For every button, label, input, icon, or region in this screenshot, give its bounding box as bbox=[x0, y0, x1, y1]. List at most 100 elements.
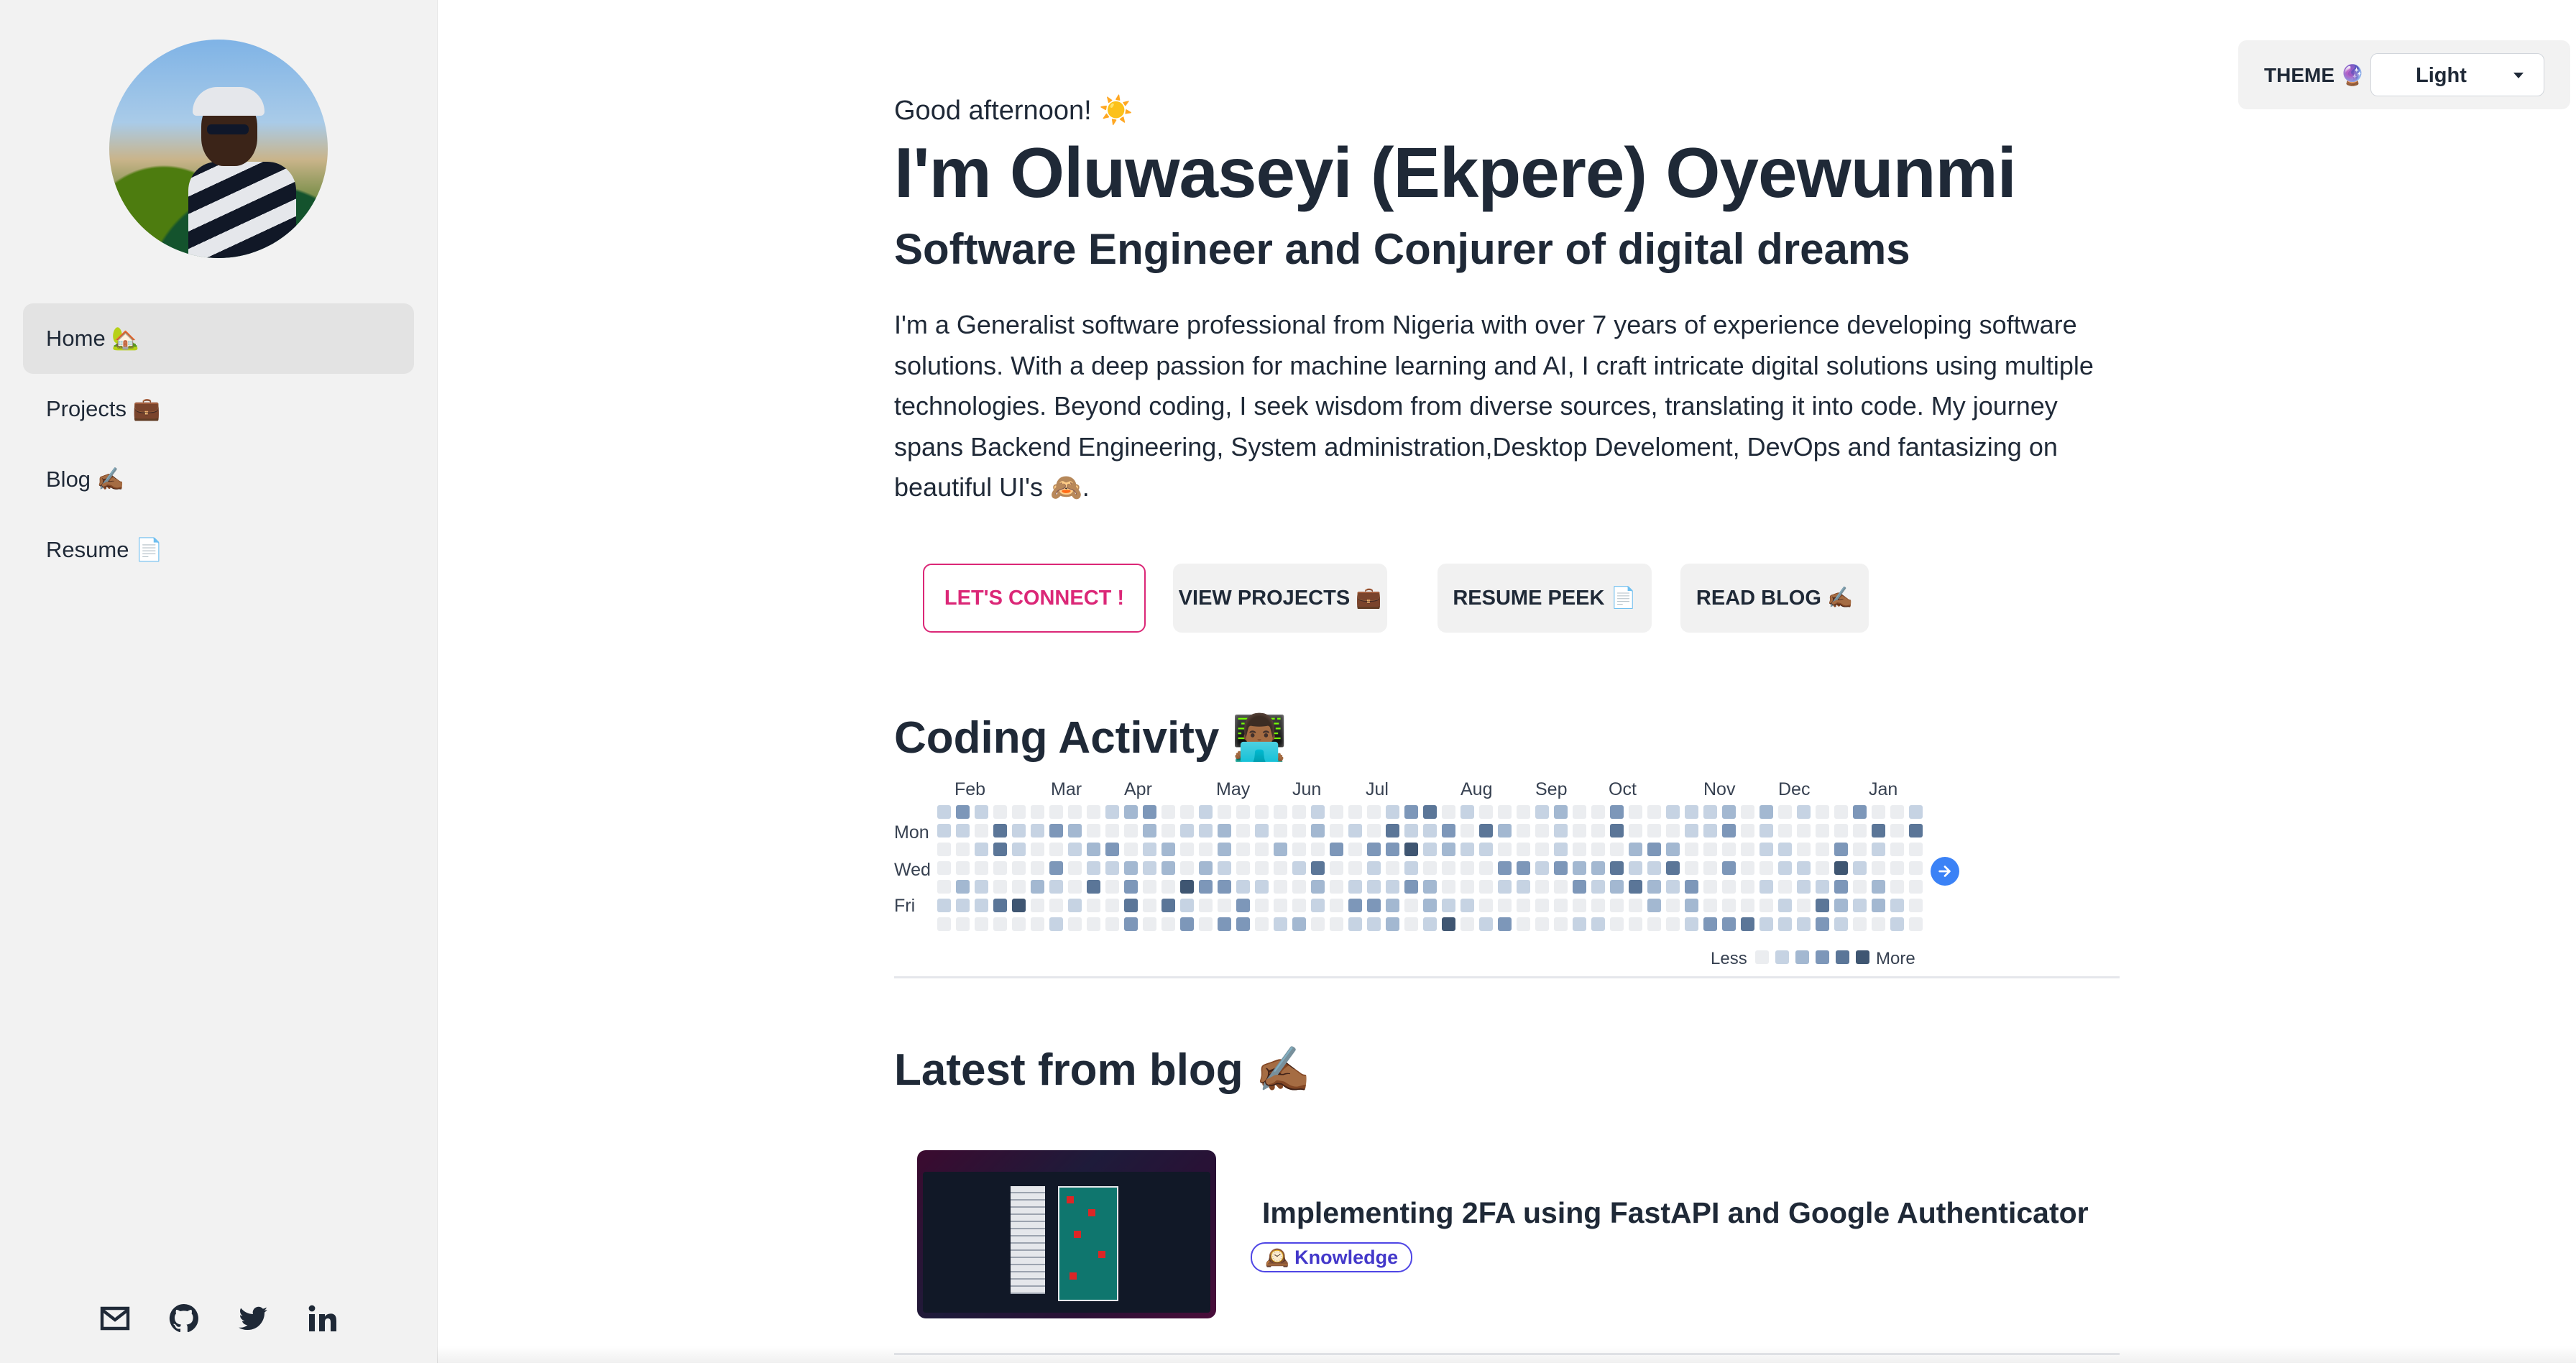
activity-cell bbox=[1199, 880, 1213, 894]
activity-cell bbox=[1778, 805, 1792, 819]
activity-cell bbox=[1031, 805, 1044, 819]
sidebar-item-home[interactable]: Home 🏡 bbox=[23, 303, 414, 374]
activity-cell bbox=[1199, 917, 1213, 931]
activity-cell bbox=[1255, 880, 1269, 894]
activity-cell bbox=[1647, 917, 1661, 931]
activity-cell bbox=[1404, 824, 1418, 837]
activity-cell bbox=[1292, 880, 1306, 894]
activity-cell bbox=[1255, 899, 1269, 912]
activity-cell bbox=[1872, 824, 1885, 837]
activity-cell bbox=[1816, 899, 1829, 912]
activity-cell bbox=[1629, 861, 1642, 875]
activity-cell bbox=[1479, 861, 1493, 875]
activity-cell bbox=[975, 824, 988, 837]
read-blog-button[interactable]: READ BLOG ✍🏾 bbox=[1680, 564, 1869, 633]
activity-cell bbox=[937, 805, 951, 819]
activity-cell bbox=[1049, 917, 1063, 931]
activity-cell bbox=[1367, 899, 1381, 912]
page-subtitle: Software Engineer and Conjurer of digita… bbox=[894, 225, 1910, 273]
activity-cell bbox=[1162, 805, 1175, 819]
blog-category-badge[interactable]: 🕰️ Knowledge bbox=[1251, 1242, 1413, 1272]
activity-cell bbox=[1479, 843, 1493, 856]
blog-card[interactable]: Implementing 2FA using FastAPI and Googl… bbox=[917, 1150, 2117, 1320]
activity-cell bbox=[1573, 805, 1586, 819]
activity-cell bbox=[1404, 805, 1418, 819]
activity-cell bbox=[1162, 843, 1175, 856]
activity-cell bbox=[1703, 880, 1717, 894]
activity-cell bbox=[1087, 805, 1100, 819]
activity-cell bbox=[1778, 843, 1792, 856]
activity-cell bbox=[1348, 917, 1362, 931]
activity-cell bbox=[1685, 824, 1698, 837]
activity-cell bbox=[1629, 917, 1642, 931]
activity-cell bbox=[1367, 861, 1381, 875]
activity-cell bbox=[1386, 805, 1399, 819]
activity-cell bbox=[1722, 824, 1736, 837]
linkedin-icon[interactable] bbox=[305, 1301, 339, 1336]
activity-cell bbox=[1442, 899, 1455, 912]
month-label: Feb bbox=[954, 779, 986, 799]
activity-cell bbox=[1909, 899, 1923, 912]
activity-cell bbox=[1367, 880, 1381, 894]
twitter-icon[interactable] bbox=[236, 1301, 270, 1336]
activity-cell bbox=[1797, 805, 1811, 819]
activity-cell bbox=[1162, 861, 1175, 875]
sidebar-item-blog[interactable]: Blog ✍🏾 bbox=[23, 444, 414, 515]
activity-cell bbox=[1872, 805, 1885, 819]
activity-cell bbox=[1292, 824, 1306, 837]
legend-swatch bbox=[1816, 950, 1829, 964]
activity-cell bbox=[1479, 805, 1493, 819]
activity-cell bbox=[1834, 917, 1848, 931]
activity-cell bbox=[1554, 880, 1568, 894]
activity-cell bbox=[1647, 861, 1661, 875]
activity-cell bbox=[1741, 861, 1754, 875]
activity-cell bbox=[1143, 824, 1156, 837]
activity-cell bbox=[956, 899, 970, 912]
activity-cell bbox=[1797, 880, 1811, 894]
theme-label: THEME 🔮 bbox=[2264, 64, 2365, 86]
activity-cell bbox=[1236, 861, 1250, 875]
activity-cell bbox=[1124, 880, 1138, 894]
activity-cell bbox=[1853, 824, 1867, 837]
activity-cell bbox=[1330, 861, 1343, 875]
activity-cell bbox=[1834, 899, 1848, 912]
activity-cell bbox=[1049, 843, 1063, 856]
activity-cell bbox=[1890, 843, 1904, 856]
activity-cell bbox=[1330, 917, 1343, 931]
activity-cell bbox=[1460, 917, 1474, 931]
activity-cell bbox=[1591, 899, 1605, 912]
activity-cell bbox=[1049, 899, 1063, 912]
sidebar-item-projects[interactable]: Projects 💼 bbox=[23, 374, 414, 444]
activity-cell bbox=[1105, 917, 1119, 931]
activity-cell bbox=[1703, 899, 1717, 912]
activity-cell bbox=[956, 917, 970, 931]
activity-cell bbox=[1853, 917, 1867, 931]
mail-icon[interactable] bbox=[98, 1301, 132, 1336]
activity-cell bbox=[1330, 805, 1343, 819]
activity-cell bbox=[1236, 805, 1250, 819]
activity-cell bbox=[1610, 861, 1624, 875]
blog-post-title[interactable]: Implementing 2FA using FastAPI and Googl… bbox=[1262, 1196, 2089, 1230]
activity-cell bbox=[1012, 843, 1026, 856]
activity-cell bbox=[1666, 843, 1680, 856]
sidebar-item-resume[interactable]: Resume 📄 bbox=[23, 515, 414, 585]
connect-button[interactable]: LET'S CONNECT ! bbox=[923, 564, 1146, 633]
activity-cell bbox=[1031, 861, 1044, 875]
day-label: Mon bbox=[894, 822, 929, 843]
month-label: Mar bbox=[1051, 779, 1082, 799]
resume-peek-button[interactable]: RESUME PEEK 📄 bbox=[1438, 564, 1652, 633]
activity-cell bbox=[1760, 899, 1773, 912]
activity-cell bbox=[1591, 861, 1605, 875]
github-icon[interactable] bbox=[167, 1301, 201, 1336]
activity-next-button[interactable] bbox=[1931, 857, 1959, 886]
profile-avatar bbox=[109, 40, 328, 258]
theme-select[interactable]: Light bbox=[2370, 53, 2544, 96]
activity-cell bbox=[1199, 899, 1213, 912]
activity-cell bbox=[1666, 899, 1680, 912]
activity-cell bbox=[1180, 880, 1194, 894]
activity-cell bbox=[1629, 805, 1642, 819]
activity-cell bbox=[1629, 880, 1642, 894]
view-projects-button[interactable]: VIEW PROJECTS 💼 bbox=[1173, 564, 1387, 633]
activity-cell bbox=[1573, 899, 1586, 912]
activity-cell bbox=[1143, 805, 1156, 819]
